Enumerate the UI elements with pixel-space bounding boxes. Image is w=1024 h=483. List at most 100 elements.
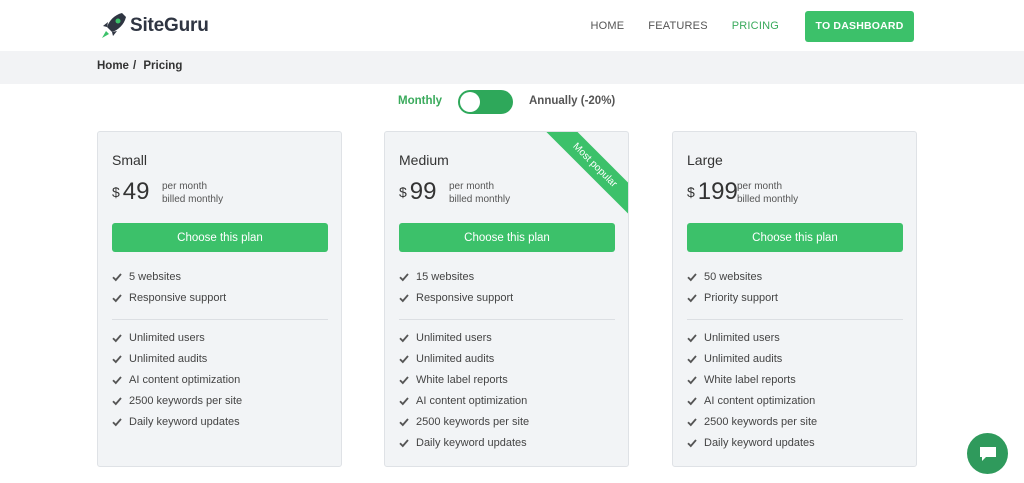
feature-item: Priority support — [687, 292, 778, 304]
check-icon — [399, 334, 409, 343]
feature-item: Unlimited audits — [399, 353, 494, 365]
feature-item: Daily keyword updates — [399, 437, 527, 449]
feature-item: Unlimited users — [687, 332, 780, 344]
billing-annual-label[interactable]: Annually (-20%) — [529, 95, 615, 107]
price-note-period: per month — [449, 181, 495, 192]
main-nav: HOME FEATURES PRICING TO DASHBOARD — [566, 10, 914, 42]
feature-item: 2500 keywords per site — [399, 416, 529, 428]
feature-divider — [399, 319, 615, 320]
check-icon — [687, 397, 697, 406]
check-icon — [112, 273, 122, 282]
check-icon — [112, 418, 122, 427]
feature-item: White label reports — [399, 374, 508, 386]
plan-card-small: Small $ 49 per month billed monthly Choo… — [97, 131, 342, 467]
nav-home[interactable]: HOME — [590, 20, 624, 32]
plan-name: Large — [687, 152, 723, 168]
price-note-period: per month — [737, 181, 783, 192]
choose-plan-button[interactable]: Choose this plan — [399, 223, 615, 252]
chat-bubble-icon — [979, 446, 996, 461]
price-note: per month billed monthly — [162, 180, 223, 206]
feature-text: Daily keyword updates — [416, 437, 527, 449]
breadcrumb-separator: / — [132, 60, 137, 72]
feature-item: 50 websites — [687, 271, 762, 283]
price-amount: 199 — [697, 178, 738, 205]
feature-item: AI content optimization — [687, 395, 815, 407]
feature-text: Daily keyword updates — [704, 437, 815, 449]
plan-name: Small — [112, 152, 148, 168]
feature-text: Responsive support — [416, 292, 514, 304]
chat-button[interactable] — [967, 433, 1008, 474]
price-note-billing: billed monthly — [162, 194, 224, 205]
feature-text: White label reports — [704, 374, 796, 386]
feature-text: 50 websites — [704, 271, 763, 283]
choose-plan-button[interactable]: Choose this plan — [112, 223, 328, 252]
rocket-icon — [102, 13, 126, 38]
plan-card-large: Large $ 199 per month billed monthly Cho… — [672, 131, 917, 467]
feature-text: 5 websites — [129, 271, 181, 283]
feature-text: Unlimited audits — [416, 353, 495, 365]
feature-item: AI content optimization — [112, 374, 240, 386]
feature-text: Unlimited audits — [704, 353, 783, 365]
feature-item: White label reports — [687, 374, 796, 386]
check-icon — [399, 439, 409, 448]
price-note-billing: billed monthly — [737, 194, 799, 205]
check-icon — [112, 355, 122, 364]
breadcrumb-bar: Home / Pricing — [0, 51, 1024, 84]
plan-name: Medium — [399, 152, 449, 168]
price-note: per month billed monthly — [449, 180, 510, 206]
feature-text: AI content optimization — [416, 395, 528, 407]
dashboard-button[interactable]: TO DASHBOARD — [805, 10, 914, 42]
check-icon — [687, 376, 697, 385]
feature-item: 2500 keywords per site — [112, 395, 242, 407]
feature-text: 2500 keywords per site — [704, 416, 818, 428]
price-currency: $ — [112, 184, 120, 200]
choose-plan-button[interactable]: Choose this plan — [687, 223, 903, 252]
price-amount: 99 — [409, 178, 437, 205]
feature-text: Daily keyword updates — [129, 416, 240, 428]
price-currency: $ — [687, 184, 695, 200]
toggle-knob — [460, 92, 480, 112]
feature-item: Daily keyword updates — [687, 437, 815, 449]
feature-text: Unlimited users — [416, 332, 492, 344]
feature-text: Priority support — [704, 292, 778, 304]
check-icon — [399, 273, 409, 282]
feature-text: Unlimited users — [704, 332, 780, 344]
price-note: per month billed monthly — [737, 180, 798, 206]
check-icon — [687, 355, 697, 364]
breadcrumb: Home / Pricing — [97, 60, 186, 72]
feature-item: Responsive support — [399, 292, 513, 304]
breadcrumb-home[interactable]: Home — [97, 60, 129, 72]
plan-price: $ 49 — [112, 178, 150, 206]
feature-item: Responsive support — [112, 292, 226, 304]
feature-item: Unlimited audits — [687, 353, 782, 365]
billing-monthly-label[interactable]: Monthly — [398, 95, 442, 107]
plan-price: $ 99 — [399, 178, 437, 206]
check-icon — [112, 376, 122, 385]
feature-text: Unlimited audits — [129, 353, 208, 365]
top-header: SiteGuru HOME FEATURES PRICING TO DASHBO… — [0, 0, 1024, 51]
feature-divider — [687, 319, 903, 320]
price-amount: 49 — [122, 178, 150, 205]
check-icon — [687, 334, 697, 343]
nav-features[interactable]: FEATURES — [648, 20, 707, 32]
brand-name: SiteGuru — [130, 15, 209, 36]
check-icon — [399, 355, 409, 364]
logo[interactable]: SiteGuru — [100, 10, 209, 42]
feature-item: 2500 keywords per site — [687, 416, 817, 428]
breadcrumb-current: Pricing — [143, 60, 183, 72]
check-icon — [399, 294, 409, 303]
feature-item: Unlimited users — [112, 332, 205, 344]
feature-divider — [112, 319, 328, 320]
check-icon — [687, 439, 697, 448]
check-icon — [399, 418, 409, 427]
feature-item: AI content optimization — [399, 395, 527, 407]
billing-toggle[interactable] — [458, 90, 513, 114]
feature-item: Unlimited audits — [112, 353, 207, 365]
most-popular-ribbon: Most popular — [541, 132, 628, 219]
feature-text: 2500 keywords per site — [416, 416, 530, 428]
nav-pricing[interactable]: PRICING — [732, 20, 779, 32]
feature-text: 2500 keywords per site — [129, 395, 243, 407]
feature-item: 5 websites — [112, 271, 181, 283]
ribbon-wrap: Most popular — [538, 132, 628, 222]
check-icon — [687, 273, 697, 282]
